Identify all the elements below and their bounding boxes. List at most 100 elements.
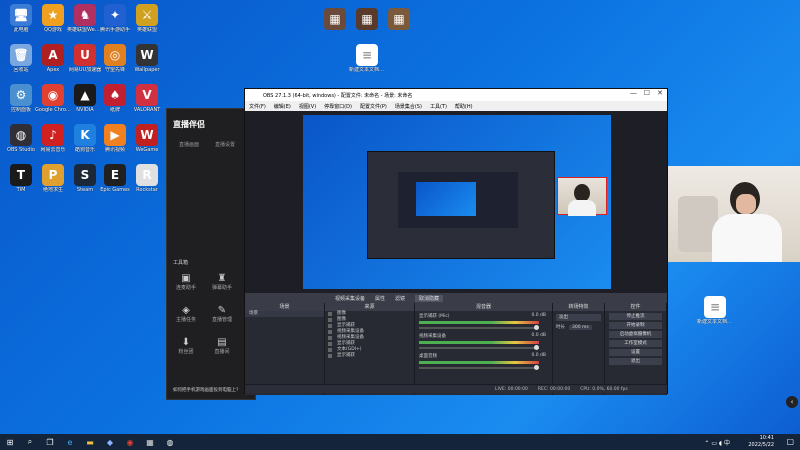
tool-item[interactable]: ◈ 主播任务: [171, 305, 201, 329]
obs-icon[interactable]: ◍: [160, 434, 180, 450]
app-icon[interactable]: ▦: [140, 434, 160, 450]
live-app-tab[interactable]: 直播画面: [179, 141, 199, 148]
desktop-icon-label: 控制面板: [10, 107, 31, 113]
filters-button[interactable]: 滤镜: [395, 295, 405, 302]
preview-canvas[interactable]: [303, 115, 611, 289]
webcam-overlay: [668, 166, 800, 262]
control-button[interactable]: 工作室模式: [609, 340, 662, 347]
volume-knob[interactable]: [534, 345, 539, 350]
control-button[interactable]: 启动虚拟摄像机: [609, 331, 662, 338]
source-visibility-icon[interactable]: [328, 318, 332, 322]
transition-select[interactable]: 淡出: [556, 314, 601, 321]
desktop-image-file[interactable]: ▦: [382, 8, 416, 42]
menu-view[interactable]: 视图(V): [299, 103, 316, 110]
desktop-icon[interactable]: W WeGame: [130, 124, 164, 158]
desktop-icon[interactable]: ♠ 纸牌: [98, 84, 132, 118]
source-visibility-icon[interactable]: [328, 348, 332, 352]
scene-item[interactable]: 场景: [245, 311, 324, 317]
tool-item[interactable]: ▣ 连麦助手: [171, 273, 201, 297]
unhide-button[interactable]: 取消隐藏: [415, 294, 444, 302]
desktop-icon[interactable]: T TIM: [4, 164, 38, 198]
control-button[interactable]: 退出: [609, 358, 662, 365]
menu-scene-collection[interactable]: 场景集合(S): [395, 103, 422, 110]
desktop-icon[interactable]: 🖥 此电脑: [4, 4, 38, 38]
desktop-icon[interactable]: ♪ 网易云音乐: [36, 124, 70, 158]
tool-item[interactable]: ♜ 弹幕助手: [207, 273, 237, 297]
live-assistant-icon[interactable]: ◆: [100, 434, 120, 450]
volume-slider[interactable]: [419, 345, 539, 350]
menu-tools[interactable]: 工具(T): [430, 103, 447, 110]
duration-input[interactable]: 300 ms: [569, 324, 592, 330]
desktop-icon[interactable]: ★ QQ游戏: [36, 4, 70, 38]
control-button[interactable]: 停止推流: [609, 313, 662, 320]
tool-icon: ♜: [217, 273, 227, 284]
source-visibility-icon[interactable]: [328, 342, 332, 346]
volume-slider[interactable]: [419, 325, 539, 330]
source-visibility-icon[interactable]: [328, 312, 332, 316]
desktop-icon[interactable]: ✦ 腾讯手游助手: [98, 4, 132, 38]
notification-icon[interactable]: ▢: [786, 437, 794, 446]
desktop-icon[interactable]: ◍ OBS Studio: [4, 124, 38, 158]
desktop-image-file[interactable]: ▦: [350, 8, 384, 42]
minimize-icon[interactable]: —: [630, 89, 637, 97]
clock-date: 2022/5/22: [748, 442, 774, 448]
obs-menubar: 文件(F) 编辑(E) 视图(V) 停靠窗口(D) 配置文件(P) 场景集合(S…: [245, 101, 667, 111]
webcam-source[interactable]: [557, 177, 607, 216]
desktop-icon[interactable]: W Wallpaper: [130, 44, 164, 78]
menu-profile[interactable]: 配置文件(P): [360, 103, 387, 110]
live-app-tip[interactable]: 如何把手机游戏画面投到电脑上?: [173, 387, 238, 393]
source-visibility-icon[interactable]: [328, 354, 332, 358]
volume-knob[interactable]: [534, 365, 539, 370]
menu-help[interactable]: 帮助(H): [455, 103, 473, 110]
desktop-icon[interactable]: R Rockstar: [130, 164, 164, 198]
desktop-icon[interactable]: ⚙ 控制面板: [4, 84, 38, 118]
desktop-icon[interactable]: E Epic Games: [98, 164, 132, 198]
control-button[interactable]: 开始录制: [609, 322, 662, 329]
streamer-face: [736, 194, 756, 214]
desktop-icon[interactable]: A Apex: [36, 44, 70, 78]
maximize-icon[interactable]: ☐: [644, 89, 650, 97]
volume-slider[interactable]: [419, 365, 539, 370]
search-icon[interactable]: ⌕: [20, 434, 40, 450]
properties-button[interactable]: 属性: [375, 295, 385, 302]
live-app-tab[interactable]: 直播设置: [215, 141, 235, 148]
transitions-dock: 转场特效 淡出 时长 300 ms: [553, 303, 605, 395]
menu-file[interactable]: 文件(F): [249, 103, 266, 110]
app-icon: ▶: [104, 124, 126, 146]
tool-item[interactable]: ✎ 直播管理: [207, 305, 237, 329]
task-view-icon[interactable]: ❐: [40, 434, 60, 450]
tool-item[interactable]: ⬇ 粉丝团: [171, 337, 201, 361]
desktop-icon[interactable]: P 绝地求生: [36, 164, 70, 198]
app-icon: A: [42, 44, 64, 66]
desktop-icon[interactable]: V VALORANT: [130, 84, 164, 118]
volume-knob[interactable]: [534, 325, 539, 330]
edge-icon[interactable]: e: [60, 434, 80, 450]
controls-header: 控件: [605, 303, 666, 311]
menu-docks[interactable]: 停靠窗口(D): [324, 103, 352, 110]
source-visibility-icon[interactable]: [328, 336, 332, 340]
source-item[interactable]: 显示捕获: [325, 353, 414, 359]
desktop-icon[interactable]: ⚔ 英雄联盟: [130, 4, 164, 38]
control-button[interactable]: 设置: [609, 349, 662, 356]
desktop-icon[interactable]: ▶ 腾讯视频: [98, 124, 132, 158]
desktop-text-file[interactable]: ≡ 新建文本文档 (2).txt: [697, 296, 733, 330]
taskbar-clock[interactable]: 10:41 2022/5/22: [748, 435, 774, 449]
system-tray[interactable]: ⌃ ▭ ◖ 中: [704, 438, 730, 447]
duration-row: 时长 300 ms: [556, 324, 601, 330]
controls-list: 停止推流开始录制启动虚拟摄像机 工作室模式设置退出: [605, 313, 666, 365]
desktop-icon[interactable]: ◎ 守望先锋: [98, 44, 132, 78]
tool-item[interactable]: ▤ 直播间: [207, 337, 237, 361]
start-icon[interactable]: ⊞: [0, 434, 20, 450]
source-visibility-icon[interactable]: [328, 324, 332, 328]
explorer-icon[interactable]: ▬: [80, 434, 100, 450]
menu-edit[interactable]: 编辑(E): [274, 103, 291, 110]
chrome-icon[interactable]: ◉: [120, 434, 140, 450]
desktop-image-file[interactable]: ▦: [318, 8, 352, 42]
side-collapse-button[interactable]: ‹: [786, 396, 798, 408]
source-visibility-icon[interactable]: [328, 330, 332, 334]
mixer-list: 显示捕获 (Mic) 0.0 dB 视频采集设备 0.0 dB 桌面音频 0.0 dB: [415, 311, 552, 371]
close-icon[interactable]: ✕: [657, 89, 663, 97]
desktop-icon[interactable]: 🗑 回收站: [4, 44, 38, 78]
desktop-text-file[interactable]: ≡ 新建文本文档.txt: [349, 44, 385, 78]
desktop-icon[interactable]: ◉ Google Chrome: [35, 84, 71, 118]
